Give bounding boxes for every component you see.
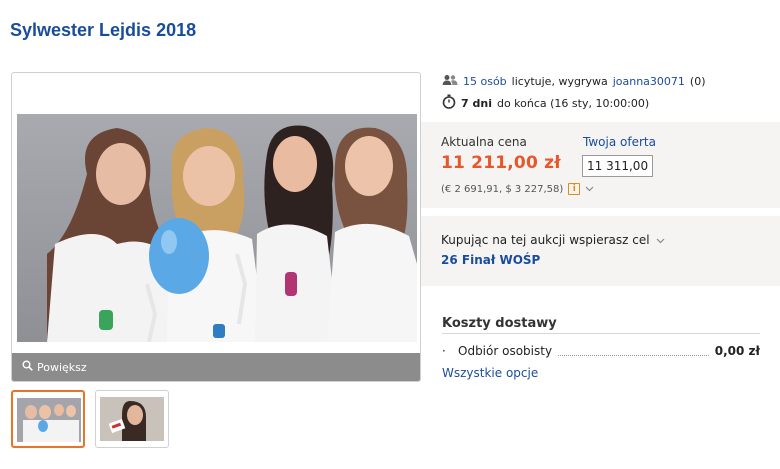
- users-icon: [442, 74, 458, 89]
- charity-box: Kupując na tej aukcji wspierasz cel 26 F…: [421, 216, 780, 286]
- time-text: do końca (16 sty, 10:00:00): [496, 96, 650, 110]
- days-left: 7 dni: [461, 96, 492, 110]
- price-box: Aktualna cena 11 211,00 zł (€ 2 691,91, …: [421, 122, 780, 208]
- page-title: Sylwester Lejdis 2018: [10, 20, 197, 40]
- chevron-down-icon: [656, 233, 665, 247]
- bullet-icon: ·: [442, 344, 446, 358]
- price-conversion: (€ 2 691,91, $ 3 227,58) i: [441, 183, 594, 195]
- conversion-text: (€ 2 691,91, $ 3 227,58): [441, 183, 564, 195]
- all-shipping-options-link[interactable]: Wszystkie opcje: [442, 366, 760, 380]
- current-price-label: Aktualna cena: [441, 135, 527, 149]
- charity-toggle[interactable]: Kupując na tej aukcji wspierasz cel: [441, 233, 665, 247]
- bidders-row: 15 osób licytuje, wygrywa joanna30071 (0…: [442, 72, 772, 90]
- chevron-down-icon[interactable]: [585, 184, 594, 195]
- winner-score: (0): [689, 74, 706, 88]
- magnifier-icon: [22, 360, 33, 374]
- image-gallery[interactable]: Powiększ: [11, 72, 421, 382]
- shipping-option-name: Odbiór osobisty: [458, 344, 553, 358]
- zoom-button[interactable]: Powiększ: [12, 353, 420, 381]
- main-photo[interactable]: [17, 114, 417, 342]
- current-price: 11 211,00 zł: [441, 153, 561, 173]
- bidders-count-link[interactable]: 15 osób: [463, 75, 507, 88]
- bidders-text: licytuje, wygrywa: [511, 74, 608, 88]
- info-icon[interactable]: i: [568, 183, 581, 195]
- leader-dots: [558, 354, 709, 356]
- shipping-title: Koszty dostawy: [442, 316, 760, 334]
- winner-link[interactable]: joanna30071: [613, 75, 685, 88]
- zoom-label: Powiększ: [37, 360, 87, 374]
- shipping-section: Koszty dostawy · Odbiór osobisty 0,00 zł…: [442, 316, 760, 380]
- offer-input[interactable]: [582, 155, 653, 177]
- thumbnail-1[interactable]: [11, 390, 85, 448]
- stopwatch-icon: [442, 94, 456, 112]
- thumbnail-2-image: [100, 397, 164, 441]
- charity-label-text: Kupując na tej aukcji wspierasz cel: [441, 233, 650, 247]
- charity-name: 26 Finał WOŚP: [441, 253, 541, 267]
- your-offer-label: Twoja oferta: [583, 135, 656, 149]
- time-row: 7 dni do końca (16 sty, 10:00:00): [442, 94, 772, 112]
- shipping-option: · Odbiór osobisty 0,00 zł: [442, 344, 760, 358]
- thumbnail-2[interactable]: [95, 390, 169, 448]
- shipping-option-price: 0,00 zł: [714, 344, 760, 358]
- thumbnail-1-image: [17, 398, 81, 442]
